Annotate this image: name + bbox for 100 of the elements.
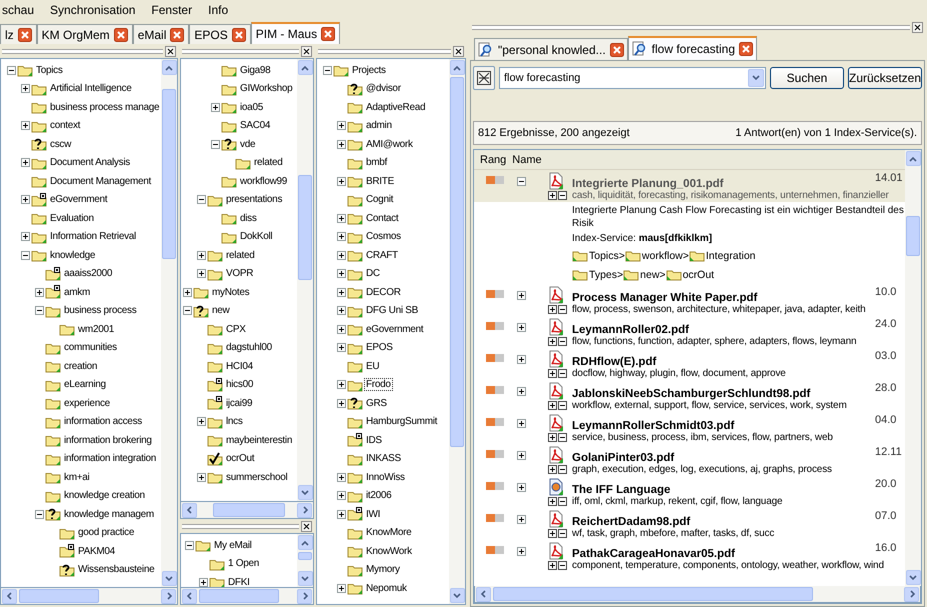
- tree-item[interactable]: new: [211, 305, 230, 316]
- expand-icon[interactable]: [210, 102, 220, 112]
- expand-icon[interactable]: [517, 482, 526, 492]
- tree-item[interactable]: CRAFT: [365, 250, 399, 261]
- scroll-up-button[interactable]: [450, 60, 464, 75]
- tree-item[interactable]: workflow99: [239, 176, 288, 187]
- tree-item[interactable]: lncs: [225, 416, 244, 428]
- expand-icon[interactable]: [517, 290, 526, 300]
- tree-item[interactable]: knowledge: [49, 250, 96, 261]
- expand-collapse-icon[interactable]: [548, 433, 567, 442]
- expand-icon[interactable]: [336, 306, 346, 316]
- tree-item[interactable]: admin: [365, 120, 393, 132]
- tree-item[interactable]: KnowMore: [365, 527, 412, 538]
- tree-item[interactable]: dagstuhl00: [225, 342, 273, 354]
- tree-item[interactable]: AdaptiveRead: [365, 102, 426, 113]
- tree-item[interactable]: InnoWiss: [365, 472, 406, 483]
- tree-item[interactable]: cscw: [49, 138, 72, 150]
- expand-collapse-icon[interactable]: [548, 529, 567, 538]
- horizontal-scrollbar[interactable]: [474, 586, 921, 603]
- tree-item[interactable]: GRS: [365, 398, 388, 409]
- tree-item[interactable]: maybeinterestin: [225, 434, 294, 446]
- vertical-scrollbar[interactable]: [161, 59, 177, 587]
- expand-icon[interactable]: [517, 386, 526, 396]
- file-name[interactable]: Integrierte Planung_001.pdf: [572, 178, 875, 190]
- tree-item[interactable]: Evaluation: [49, 212, 95, 224]
- expand-icon[interactable]: [336, 584, 346, 593]
- pane-gripper[interactable]: [182, 524, 299, 528]
- tree-item[interactable]: hics00: [225, 379, 254, 390]
- expand-icon[interactable]: [336, 398, 346, 408]
- scroll-up-button[interactable]: [906, 151, 920, 166]
- expand-icon[interactable]: [517, 546, 526, 556]
- expand-icon[interactable]: [336, 176, 346, 186]
- tree-item[interactable]: DFG Uni SB: [365, 305, 420, 316]
- folder-link[interactable]: workflow>: [642, 250, 689, 262]
- expand-icon[interactable]: [198, 578, 208, 587]
- tree-item[interactable]: Nepomuk: [365, 582, 408, 594]
- expand-collapse-icon[interactable]: [548, 305, 567, 314]
- scroll-down-button[interactable]: [450, 588, 464, 603]
- expand-icon[interactable]: [336, 288, 346, 297]
- expand-collapse-icon[interactable]: [548, 191, 567, 200]
- scroll-up-button[interactable]: [298, 535, 312, 550]
- tree-item[interactable]: information integration: [63, 453, 158, 464]
- expand-icon[interactable]: [517, 450, 526, 460]
- tree-item[interactable]: 1 Open: [227, 558, 260, 570]
- tree-item[interactable]: knowledge managem: [63, 508, 155, 520]
- scroll-down-button[interactable]: [162, 571, 176, 586]
- scroll-left-button[interactable]: [182, 502, 197, 518]
- file-name[interactable]: The IFF Language: [572, 484, 875, 496]
- close-icon[interactable]: [453, 46, 464, 56]
- search-tab[interactable]: flow forecasting: [628, 36, 758, 60]
- search-tab[interactable]: "personal knowled...: [474, 38, 628, 60]
- tree-item[interactable]: diss: [239, 212, 258, 224]
- expand-icon[interactable]: [336, 269, 346, 278]
- tree-item[interactable]: amkm: [63, 286, 92, 298]
- pane-gripper[interactable]: [2, 48, 163, 54]
- expand-icon[interactable]: [517, 418, 526, 428]
- dropdown-button[interactable]: [748, 69, 764, 87]
- tree-item[interactable]: DFKI: [227, 576, 251, 587]
- tree-item[interactable]: SAC04: [239, 120, 272, 132]
- tree-item[interactable]: bmbf: [365, 157, 388, 168]
- workspace-tab[interactable]: KM OrgMem: [36, 24, 133, 44]
- tree-item[interactable]: BRITE: [365, 176, 395, 187]
- collapse-icon[interactable]: [182, 306, 192, 316]
- file-name[interactable]: LeymannRollerSchmidt03.pdf: [572, 420, 875, 432]
- collapse-icon[interactable]: [196, 195, 206, 204]
- scrollbar-thumb[interactable]: [906, 216, 920, 256]
- search-button[interactable]: Suchen: [770, 67, 844, 89]
- horizontal-scrollbar[interactable]: [0, 588, 178, 605]
- close-icon[interactable]: [232, 28, 246, 42]
- close-icon[interactable]: [165, 46, 176, 56]
- tree-item[interactable]: information brokering: [63, 434, 153, 446]
- tree-item[interactable]: eGovernment: [49, 194, 108, 206]
- menu-item[interactable]: schau: [0, 3, 36, 17]
- tree-item[interactable]: DokKoll: [239, 231, 274, 242]
- expand-icon[interactable]: [196, 417, 206, 426]
- workspace-tab[interactable]: lz: [0, 24, 37, 44]
- tree-item[interactable]: INKASS: [365, 453, 402, 464]
- result-row[interactable]: Integrierte Planung_001.pdf 14.01 cash, liquidität, forecasting, risikomanagements, unternehmen, finanzieller: [474, 170, 905, 202]
- tree-item[interactable]: EPOS: [365, 342, 394, 354]
- expand-icon[interactable]: [336, 510, 346, 519]
- collapse-icon[interactable]: [34, 510, 44, 519]
- expand-icon[interactable]: [336, 121, 346, 130]
- tree-item[interactable]: business process manage: [49, 102, 160, 113]
- column-header[interactable]: Name: [512, 154, 542, 166]
- pane-gripper[interactable]: [182, 48, 299, 54]
- tree-item[interactable]: myNotes: [211, 286, 250, 298]
- scrollbar-thumb[interactable]: [19, 589, 99, 603]
- expand-icon[interactable]: [20, 158, 30, 168]
- horizontal-scrollbar[interactable]: [180, 588, 314, 605]
- folder-link[interactable]: Topics>: [589, 250, 625, 262]
- tree-item[interactable]: communities: [63, 342, 118, 354]
- scroll-right-button[interactable]: [161, 588, 176, 604]
- result-row[interactable]: The IFF Language 20.0 iff, oml, ckml, markup, rekent, cgif, flow, language: [474, 476, 905, 508]
- vertical-scrollbar[interactable]: [905, 150, 921, 586]
- scrollbar-thumb[interactable]: [213, 503, 285, 517]
- folder-link[interactable]: Integration: [706, 250, 756, 262]
- tree-item[interactable]: VOPR: [225, 268, 254, 280]
- tree-item[interactable]: ijcai99: [225, 398, 254, 409]
- expand-icon[interactable]: [336, 380, 346, 390]
- expand-icon[interactable]: [336, 250, 346, 260]
